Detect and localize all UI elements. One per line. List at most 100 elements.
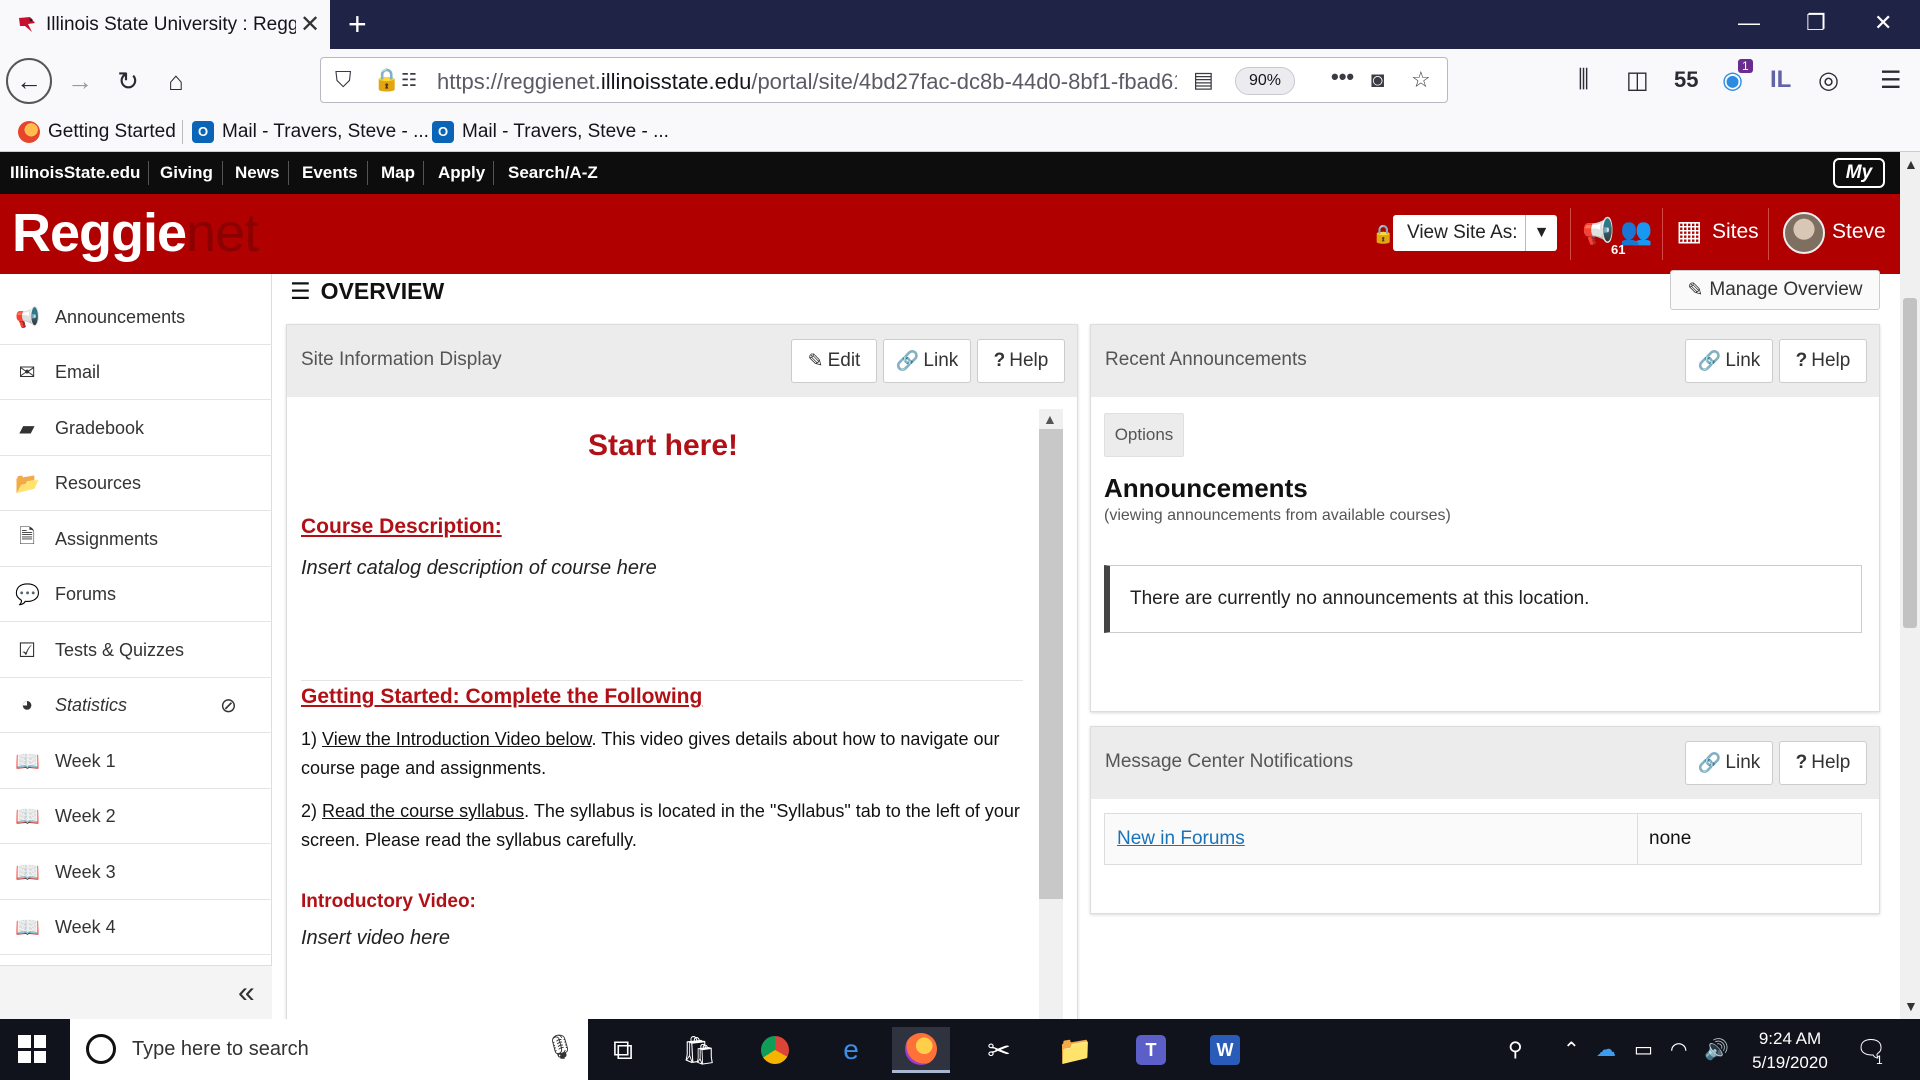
syllabus-link[interactable]: Read the course syllabus [322,801,524,821]
pencil-icon: ✎ [807,350,824,372]
volume-icon[interactable]: 🔊 [1704,1037,1729,1062]
topnav-apply[interactable]: Apply [438,163,485,183]
help-button[interactable]: ? Help [977,339,1065,383]
shield-icon[interactable]: ⛉ [335,67,352,93]
link-button[interactable]: 🔗 Link [1685,741,1773,785]
topnav-giving[interactable]: Giving [160,163,213,183]
file-explorer-icon[interactable]: 📁 [1046,1027,1104,1073]
comments-icon: 💬 [15,583,40,606]
scroll-up-icon[interactable]: ▲ [1904,156,1918,172]
permissions-icon[interactable]: ☷ [401,70,417,91]
extension-il-icon[interactable]: IL [1770,66,1791,94]
browser-tab-active[interactable]: Illinois State University : Reggie ✕ [0,0,330,49]
sidebar-item-statistics[interactable]: ◕ Statistics ⊘ [0,678,272,733]
sidebar-item-forums[interactable]: 💬 Forums [0,567,272,622]
edge-icon[interactable]: e [822,1027,880,1073]
sites-grid-icon[interactable]: ▦ [1676,214,1702,247]
chevron-up-icon[interactable]: ⌃ [1563,1037,1580,1062]
help-button[interactable]: ? Help [1779,741,1867,785]
topnav-illinoisstate[interactable]: IllinoisState.edu [10,163,140,183]
sidebar-item-week-1[interactable]: 📖 Week 1 [0,734,272,789]
url-bar[interactable]: ⛉ 🔒 ☷ https://reggienet.illinoisstate.ed… [320,57,1448,103]
extension-counter[interactable]: 55 [1674,67,1698,93]
account-icon[interactable]: ◎ [1818,66,1839,95]
sidebar-item-gradebook[interactable]: ▰ Gradebook [0,401,272,456]
scroll-down-icon[interactable]: ▼ [1904,998,1918,1014]
bookmark-getting-started[interactable]: Getting Started [18,121,176,143]
page-scrollbar-thumb[interactable] [1903,298,1917,628]
firefox-taskbar-icon[interactable] [892,1027,950,1073]
intro-video-link[interactable]: View the Introduction Video below [322,729,592,749]
microphone-icon[interactable]: 🎙 [545,1033,575,1062]
restore-icon[interactable]: ❐ [1806,10,1826,36]
my-isu-logo[interactable]: My [1833,158,1885,188]
taskbar-search-box[interactable]: Type here to search 🎙 [70,1019,588,1080]
avatar[interactable] [1783,212,1825,254]
close-tab-icon[interactable]: ✕ [300,10,320,39]
chrome-icon[interactable] [746,1027,804,1073]
library-icon[interactable]: ⫼ [1578,66,1589,94]
link-button[interactable]: 🔗 Link [1685,339,1773,383]
scrollbar-thumb[interactable] [1039,429,1063,899]
zoom-level-badge[interactable]: 90% [1235,67,1295,95]
minimize-icon[interactable]: — [1738,10,1760,36]
bookmark-mail-1[interactable]: O Mail - Travers, Steve - ... [192,121,429,143]
sidebar-toggle-icon[interactable]: ◫ [1626,66,1649,95]
system-clock[interactable]: 9:24 AM 5/19/2020 [1740,1027,1840,1075]
people-icon[interactable]: ⚲ [1508,1037,1523,1062]
teams-icon[interactable]: T [1122,1027,1180,1073]
view-site-as-select[interactable]: View Site As: ▼ [1393,215,1557,251]
reader-view-icon[interactable]: ▤ [1193,67,1214,93]
topnav-search-az[interactable]: Search/A-Z [508,163,598,183]
topnav-map[interactable]: Map [381,163,415,183]
sidebar-item-tests-quizzes[interactable]: ☑ Tests & Quizzes [0,623,272,678]
edit-button[interactable]: ✎ Edit [791,339,877,383]
scroll-up-icon[interactable]: ▲ [1043,411,1057,427]
sidebar-item-announcements[interactable]: 📢 Announcements [0,290,272,345]
reload-icon[interactable]: ↻ [108,61,148,101]
url-text[interactable]: https://reggienet.illinoisstate.edu/port… [437,69,1177,95]
sites-button[interactable]: Sites [1712,220,1759,244]
task-view-icon[interactable]: ⧉ [594,1027,652,1073]
collapse-sidebar-bar[interactable]: « [0,965,272,1020]
megaphone-icon[interactable]: 📢 [1582,216,1614,247]
site-info-content[interactable]: ▲ Start here! Course Description: Insert… [287,397,1073,1047]
bookmark-mail-2[interactable]: O Mail - Travers, Steve - ... [432,121,669,143]
sidebar-item-week-2[interactable]: 📖 Week 2 [0,789,272,844]
lock-icon[interactable]: 🔒 [373,67,400,93]
pocket-icon[interactable]: ◙ [1371,67,1384,93]
new-in-forums-link[interactable]: New in Forums [1117,828,1245,850]
home-icon[interactable]: ⌂ [156,61,196,101]
sidebar-item-week-4[interactable]: 📖 Week 4 [0,900,272,955]
snip-sketch-icon[interactable]: ✂ [970,1027,1028,1073]
chevron-down-icon[interactable]: ▼ [1525,215,1557,251]
forward-arrow-icon[interactable]: → [60,61,100,101]
topnav-news[interactable]: News [235,163,279,183]
page-actions-icon[interactable]: ••• [1331,64,1354,90]
sidebar-item-resources[interactable]: 📂 Resources [0,456,272,511]
close-window-icon[interactable]: ✕ [1874,10,1892,36]
link-button[interactable]: 🔗 Link [883,339,971,383]
open-book-icon: 📖 [15,861,40,884]
windows-start-icon[interactable] [18,1035,46,1063]
wifi-icon[interactable]: ◠ [1670,1037,1687,1062]
step-1-text: 1) View the Introduction Video below. Th… [301,729,1000,778]
user-name[interactable]: Steve [1832,220,1886,244]
reggienet-logo[interactable]: Reggienet [12,202,259,263]
battery-icon[interactable]: ▭ [1634,1037,1653,1062]
onedrive-icon[interactable]: ☁ [1596,1037,1616,1062]
word-icon[interactable]: W [1196,1027,1254,1073]
menu-hamburger-icon[interactable]: ☰ [1880,66,1902,95]
double-chevron-left-icon[interactable]: « [238,976,255,1010]
topnav-events[interactable]: Events [302,163,358,183]
bookmark-star-icon[interactable]: ☆ [1411,67,1431,93]
new-tab-icon[interactable]: + [348,6,367,43]
back-arrow-icon[interactable]: ← [6,58,52,104]
manage-overview-button[interactable]: ✎ Manage Overview [1670,270,1880,310]
sidebar-item-week-3[interactable]: 📖 Week 3 [0,845,272,900]
microsoft-store-icon[interactable]: 🛍 [670,1027,728,1073]
sidebar-item-assignments[interactable]: 🗎 Assignments [0,512,272,567]
sidebar-item-email[interactable]: ✉ Email [0,345,272,400]
options-button[interactable]: Options [1104,413,1184,457]
help-button[interactable]: ? Help [1779,339,1867,383]
